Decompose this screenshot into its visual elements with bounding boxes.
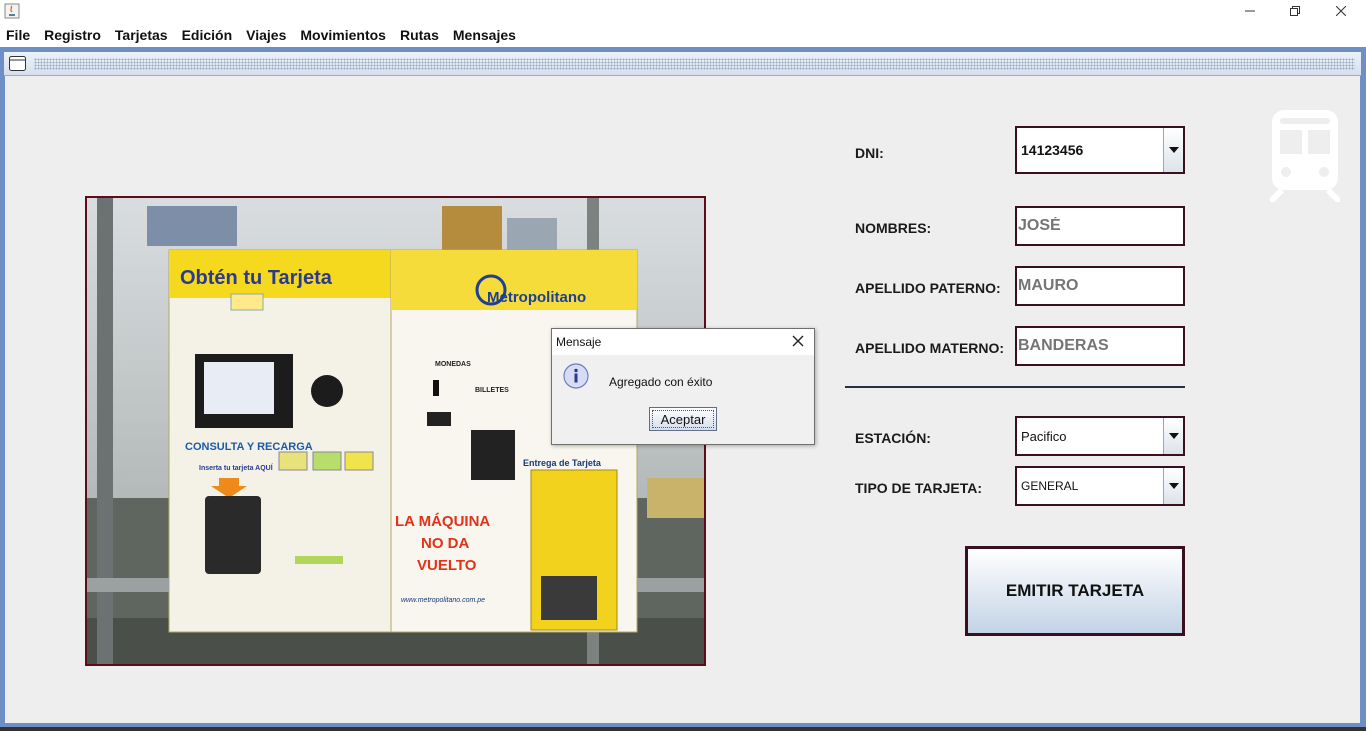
message-dialog: Mensaje Agregado con éxito Aceptar [551,328,815,445]
nombres-label: NOMBRES: [855,220,932,236]
tipo-tarjeta-dropdown-button[interactable] [1163,468,1183,504]
nombres-field[interactable] [1015,206,1185,246]
photo-entrega: Entrega de Tarjeta [523,458,602,468]
photo-no-vuelto-2: NO DA [421,535,470,552]
menu-rutas[interactable]: Rutas [400,27,439,43]
close-window-button[interactable] [1318,0,1364,22]
dni-combobox[interactable]: 14123456 [1015,126,1185,174]
form-separator [845,386,1185,388]
title-bar [0,0,1366,23]
photo-consulta: CONSULTA Y RECARGA [185,441,313,453]
tipo-tarjeta-combobox[interactable]: GENERAL [1015,466,1185,506]
bottom-edge [0,727,1366,731]
train-icon [1270,110,1340,202]
photo-no-vuelto-1: LA MÁQUINA [395,513,490,530]
dni-dropdown-button[interactable] [1163,128,1183,172]
menu-viajes[interactable]: Viajes [246,27,286,43]
close-icon[interactable] [790,333,806,349]
photo-inserta: Inserta tu tarjeta AQUÍ [199,463,274,472]
dni-value: 14123456 [1021,142,1084,158]
estacion-dropdown-button[interactable] [1163,418,1183,454]
emitir-tarjeta-button[interactable]: EMITIR TARJETA [965,546,1185,636]
restore-button[interactable] [1272,0,1318,22]
photo-headline: Obtén tu Tarjeta [180,267,333,289]
dialog-message: Agregado con éxito [609,375,713,389]
window-icon [9,56,26,71]
photo-web: www.metropolitano.com.pe [401,597,485,604]
title-grip [34,58,1355,70]
dialog-title: Mensaje [556,335,602,349]
apellido-paterno-label: APELLIDO PATERNO: [855,280,1001,296]
internal-frame-title-bar[interactable] [4,52,1361,76]
tipo-tarjeta-label: TIPO DE TARJETA: [855,480,983,496]
chevron-down-icon [1168,483,1179,489]
close-icon [1336,6,1346,16]
estacion-combobox[interactable]: Pacifico [1015,416,1185,456]
photo-billetes: BILLETES [475,387,509,394]
dni-label: DNI: [855,145,884,161]
apellido-paterno-input[interactable] [1017,268,1183,304]
java-app-icon [4,3,20,19]
info-icon [563,363,589,389]
restore-icon [1290,6,1300,16]
aceptar-button[interactable]: Aceptar [649,407,717,431]
chevron-down-icon [1168,147,1179,153]
menu-bar: File Registro Tarjetas Edición Viajes Mo… [0,23,1366,47]
photo-no-vuelto-3: VUELTO [417,557,477,574]
apellido-materno-field[interactable] [1015,326,1185,366]
minimize-icon [1245,10,1255,12]
tipo-tarjeta-value: GENERAL [1021,479,1079,493]
menu-registro[interactable]: Registro [44,27,101,43]
menu-tarjetas[interactable]: Tarjetas [115,27,168,43]
menu-file[interactable]: File [6,27,30,43]
dialog-body: Agregado con éxito Aceptar [552,355,814,444]
nombres-input[interactable] [1017,208,1183,244]
apellido-materno-input[interactable] [1017,328,1183,364]
menu-edicion[interactable]: Edición [182,27,233,43]
minimize-button[interactable] [1227,0,1273,22]
menu-mensajes[interactable]: Mensajes [453,27,516,43]
chevron-down-icon [1168,433,1179,439]
photo-monedas: MONEDAS [435,361,471,368]
apellido-materno-label: APELLIDO MATERNO: [855,340,1005,356]
estacion-label: ESTACIÓN: [855,430,931,446]
apellido-paterno-field[interactable] [1015,266,1185,306]
estacion-value: Pacifico [1021,428,1067,444]
menu-movimientos[interactable]: Movimientos [300,27,386,43]
